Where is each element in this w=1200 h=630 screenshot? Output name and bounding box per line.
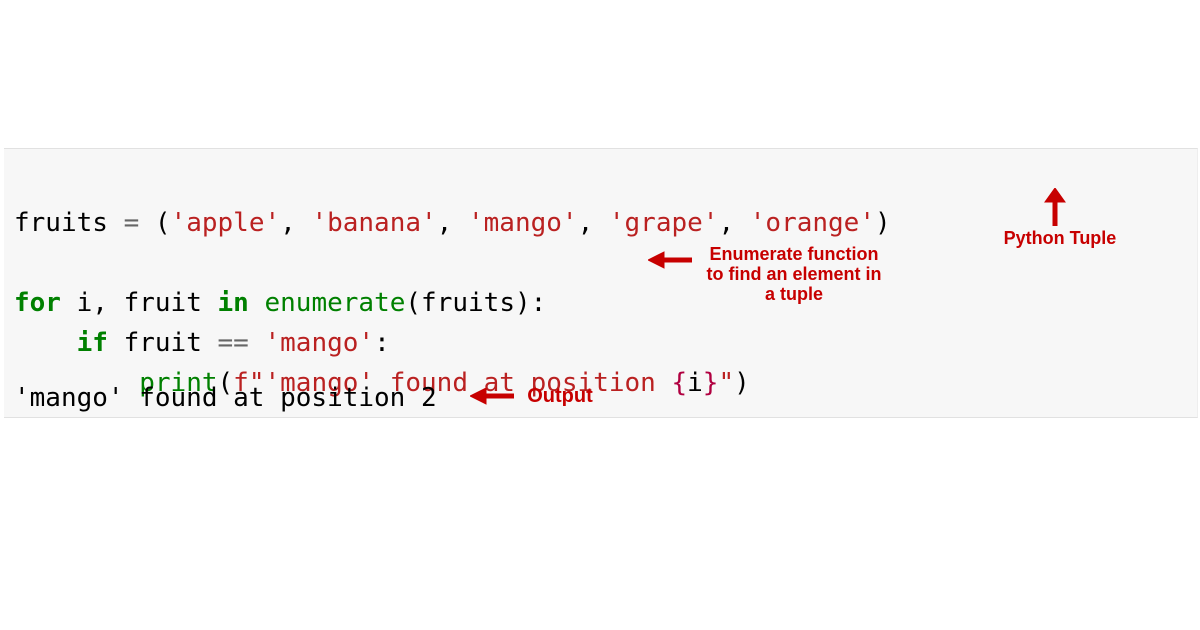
token-var: fruits — [421, 288, 515, 318]
token-string: 'banana' — [311, 208, 436, 238]
arrow-left-icon — [470, 384, 514, 408]
token-string: 'grape' — [609, 208, 719, 238]
token-space — [202, 288, 218, 318]
token-space — [61, 288, 77, 318]
token-var: i — [687, 368, 703, 398]
token-paren: ): — [515, 288, 546, 318]
token-colon: : — [374, 328, 390, 358]
token-brace: } — [703, 368, 719, 398]
token-fstring-end: " — [718, 368, 734, 398]
code-line-4: if fruit == 'mango': — [14, 328, 390, 358]
token-paren: ( — [155, 208, 171, 238]
token-paren: ) — [734, 368, 750, 398]
token-string: 'apple' — [171, 208, 281, 238]
token-space — [202, 328, 218, 358]
code-line-1: fruits = ('apple', 'banana', 'mango', 'g… — [14, 208, 891, 238]
token-var: fruit — [124, 288, 202, 318]
token-space — [249, 288, 265, 318]
arrow-up-icon — [1040, 188, 1070, 226]
token-paren: ) — [875, 208, 891, 238]
token-function: enumerate — [265, 288, 406, 318]
token-op: = — [108, 208, 155, 238]
token-comma: , — [578, 208, 609, 238]
token-keyword-for: for — [14, 288, 61, 318]
token-comma: , — [437, 208, 468, 238]
token-comma: , — [718, 208, 749, 238]
token-var: fruit — [124, 328, 202, 358]
token-space — [108, 328, 124, 358]
code-line-3: for i, fruit in enumerate(fruits): — [14, 288, 546, 318]
code-block: fruits = ('apple', 'banana', 'mango', 'g… — [4, 148, 1198, 418]
token-var: i — [77, 288, 93, 318]
arrow-left-icon — [648, 248, 692, 272]
token-operator-eq: == — [218, 328, 249, 358]
token-string: 'orange' — [750, 208, 875, 238]
token-keyword-in: in — [218, 288, 249, 318]
annotation-enumerate: Enumerate function to find an element in… — [694, 244, 894, 304]
token-comma: , — [92, 288, 123, 318]
annotation-output: Output — [520, 386, 600, 406]
token-var: fruits — [14, 208, 108, 238]
token-comma: , — [280, 208, 311, 238]
token-keyword-if: if — [77, 328, 108, 358]
token-paren: ( — [405, 288, 421, 318]
token-space — [249, 328, 265, 358]
annotation-python-tuple: Python Tuple — [980, 228, 1140, 248]
token-string: 'mango' — [468, 208, 578, 238]
output-text: 'mango' found at position 2 — [14, 380, 437, 416]
token-brace: { — [671, 368, 687, 398]
token-string: 'mango' — [265, 328, 375, 358]
token-indent — [14, 328, 77, 358]
